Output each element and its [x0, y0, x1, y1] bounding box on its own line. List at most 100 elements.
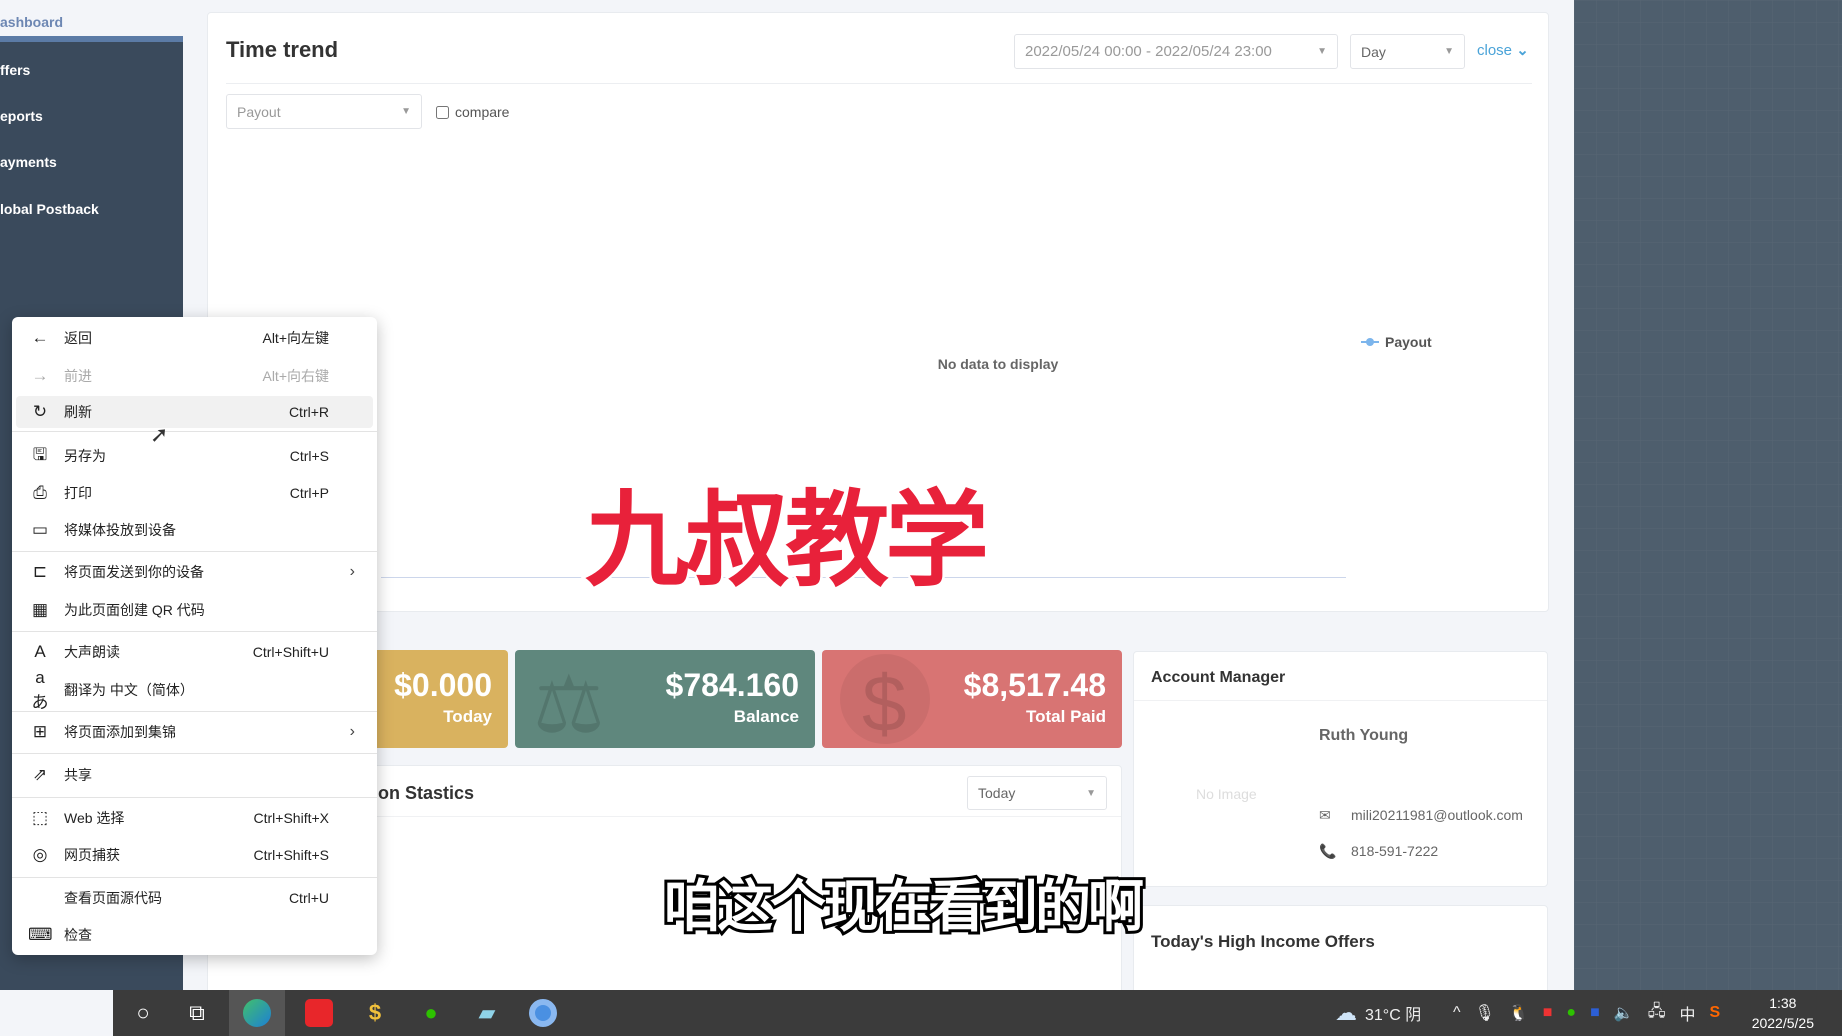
save-icon: 🖫	[32, 444, 48, 464]
mouse-cursor-icon: ➚	[150, 422, 169, 447]
dollar-app-icon[interactable]: $	[353, 990, 397, 1036]
video-caption: 咱这个现在看到的啊	[661, 872, 1147, 943]
menu-separator	[12, 711, 377, 712]
wechat-tray-icon[interactable]: ●	[1566, 1004, 1576, 1022]
sidebar-item-dashboard[interactable]: ashboard	[0, 0, 183, 42]
context-menu-item-arrow-right[interactable]: → 前进 Alt+向右键	[16, 360, 373, 392]
share-icon: ⇗	[32, 765, 48, 784]
desktop-background	[1574, 0, 1842, 990]
taskbar: ○ ⧉ $ ● ▰ ☁ 31°C 阴 ^ 🎙 🐧 ■ ● ■ 🔈 🖧 中 S 1:…	[113, 990, 1842, 1036]
microphone-icon[interactable]: 🎙	[1475, 1003, 1495, 1023]
context-menu-item-arrow-left[interactable]: ← 返回 Alt+向左键	[16, 322, 373, 354]
print-icon: ⎙	[33, 483, 47, 502]
menu-separator	[12, 431, 377, 432]
context-menu-item-translate[interactable]: aあ 翻译为 中文（简体）	[16, 668, 373, 712]
menu-separator	[12, 753, 377, 754]
edge-browser-icon[interactable]	[229, 990, 285, 1036]
chevron-down-icon: ▼	[1317, 46, 1327, 57]
context-menu-item-send-device[interactable]: ⊏ 将页面发送到你的设备 ›	[16, 556, 373, 588]
card-title: Account Manager	[1151, 669, 1286, 686]
chrome-icon[interactable]	[521, 990, 565, 1036]
chevron-down-icon: ▼	[401, 106, 411, 117]
inspect-icon: ⌨	[28, 925, 53, 944]
search-icon[interactable]: ○	[121, 990, 165, 1036]
sidebar-item-reports[interactable]: eports	[0, 108, 43, 124]
card-title: Time trend	[226, 37, 339, 62]
sidebar-item-payments[interactable]: ayments	[0, 154, 57, 170]
youdao-icon[interactable]	[297, 990, 341, 1036]
notepad-icon[interactable]: ▰	[465, 990, 509, 1036]
ime-indicator[interactable]: 中	[1680, 1001, 1696, 1025]
legend-marker	[1361, 338, 1379, 346]
clock[interactable]: 1:38 2022/5/25	[1752, 993, 1814, 1033]
task-view-icon[interactable]: ⧉	[175, 990, 219, 1036]
system-tray: ^ 🎙 🐧 ■ ● ■ 🔈 🖧 中 S	[1453, 990, 1720, 1036]
wechat-icon[interactable]: ●	[409, 990, 453, 1036]
manager-email[interactable]: ✉ mili20211981@outlook.com	[1319, 807, 1523, 824]
web-select-icon: ⬚	[31, 808, 49, 827]
divider	[1134, 700, 1547, 701]
chevron-down-icon: ⌄	[1516, 42, 1529, 59]
weather-widget[interactable]: ☁ 31°C 阴	[1335, 990, 1421, 1036]
close-link[interactable]: close ⌄	[1477, 41, 1529, 59]
sidebar-item-offers[interactable]: ffers	[0, 62, 30, 78]
chevron-up-icon[interactable]: ^	[1453, 1004, 1461, 1022]
metric-select[interactable]: Payout ▼	[226, 94, 422, 129]
context-menu-item-web-select[interactable]: ⬚ Web 选择 Ctrl+Shift+X	[16, 802, 373, 834]
collections-icon: ⊞	[32, 722, 48, 741]
context-menu-item-web-capture[interactable]: ◎ 网页捕获 Ctrl+Shift+S	[16, 839, 373, 871]
context-menu-item-qr-code[interactable]: ▦ 为此页面创建 QR 代码	[16, 594, 373, 626]
context-menu: ← 返回 Alt+向左键 → 前进 Alt+向右键 ↻ 刷新 Ctrl+R 🖫 另存为 Ctrl+S ⎙…	[12, 317, 377, 955]
context-menu-item-print[interactable]: ⎙ 打印 Ctrl+P	[16, 477, 373, 509]
chevron-down-icon: ▼	[1086, 787, 1096, 799]
context-menu-item-share[interactable]: ⇗ 共享	[16, 759, 373, 791]
arrow-right-icon: →	[31, 366, 49, 385]
envelope-icon: ✉	[1319, 807, 1331, 823]
account-manager-card: Account Manager Ruth Young No Image ✉ mil…	[1133, 651, 1548, 887]
context-menu-item-cast[interactable]: ▭ 将媒体投放到设备	[16, 514, 373, 546]
card-title: Today's High Income Offers	[1151, 932, 1375, 951]
context-menu-item-collections[interactable]: ⊞ 将页面添加到集锦 ›	[16, 716, 373, 748]
date-range-select[interactable]: 2022/05/24 00:00 - 2022/05/24 23:00 ▼	[1014, 34, 1338, 69]
period-select[interactable]: Today ▼	[967, 776, 1107, 810]
sidebar-item-global-postback[interactable]: lobal Postback	[0, 201, 99, 217]
no-data-message: No data to display	[937, 356, 1059, 372]
stat-card-balance: ⚖ $784.160 Balance	[515, 650, 815, 748]
scale-icon: ⚖	[533, 660, 605, 748]
compare-checkbox[interactable]: compare	[436, 104, 509, 120]
manager-phone: 📞 818-591-7222	[1319, 843, 1439, 859]
context-menu-item-save[interactable]: 🖫 另存为 Ctrl+S	[16, 440, 373, 472]
manager-avatar-placeholder: No Image	[1196, 786, 1257, 802]
arrow-left-icon: ←	[31, 328, 49, 347]
refresh-icon: ↻	[32, 402, 48, 421]
context-menu-item-refresh[interactable]: ↻ 刷新 Ctrl+R	[16, 396, 373, 428]
volume-icon[interactable]: 🔈	[1614, 1003, 1634, 1023]
context-menu-item-inspect[interactable]: ⌨ 检查	[16, 919, 373, 951]
menu-separator	[12, 551, 377, 552]
page-edge	[0, 990, 113, 1036]
app-tray-icon[interactable]: ■	[1543, 1004, 1553, 1022]
divider	[226, 83, 1532, 84]
qq-icon[interactable]: 🐧	[1509, 1003, 1529, 1023]
granularity-select[interactable]: Day ▼	[1350, 34, 1465, 69]
context-menu-item-view-source[interactable]: 查看页面源代码 Ctrl+U	[16, 882, 373, 914]
read-aloud-icon: A	[34, 642, 46, 661]
phone-icon: 📞	[1319, 843, 1337, 859]
context-menu-item-read-aloud[interactable]: A 大声朗读 Ctrl+Shift+U	[16, 636, 373, 668]
sogou-icon[interactable]: S	[1710, 1004, 1721, 1022]
menu-separator	[12, 631, 377, 632]
manager-name: Ruth Young	[1319, 727, 1409, 744]
cast-icon: ▭	[31, 520, 49, 539]
shield-icon[interactable]: ■	[1590, 1004, 1600, 1022]
compare-checkbox-input[interactable]	[436, 105, 449, 119]
watermark-text: 九叔教学	[582, 477, 991, 604]
dollar-icon: $	[862, 659, 907, 748]
menu-separator	[12, 877, 377, 878]
network-icon[interactable]: 🖧	[1648, 1000, 1666, 1027]
qr-code-icon: ▦	[31, 600, 49, 619]
chevron-right-icon: ›	[349, 563, 355, 580]
send-device-icon: ⊏	[32, 562, 48, 581]
chart-legend-payout[interactable]: Payout	[1361, 334, 1432, 350]
chevron-right-icon: ›	[349, 723, 355, 740]
cloud-icon: ☁	[1335, 1000, 1357, 1025]
